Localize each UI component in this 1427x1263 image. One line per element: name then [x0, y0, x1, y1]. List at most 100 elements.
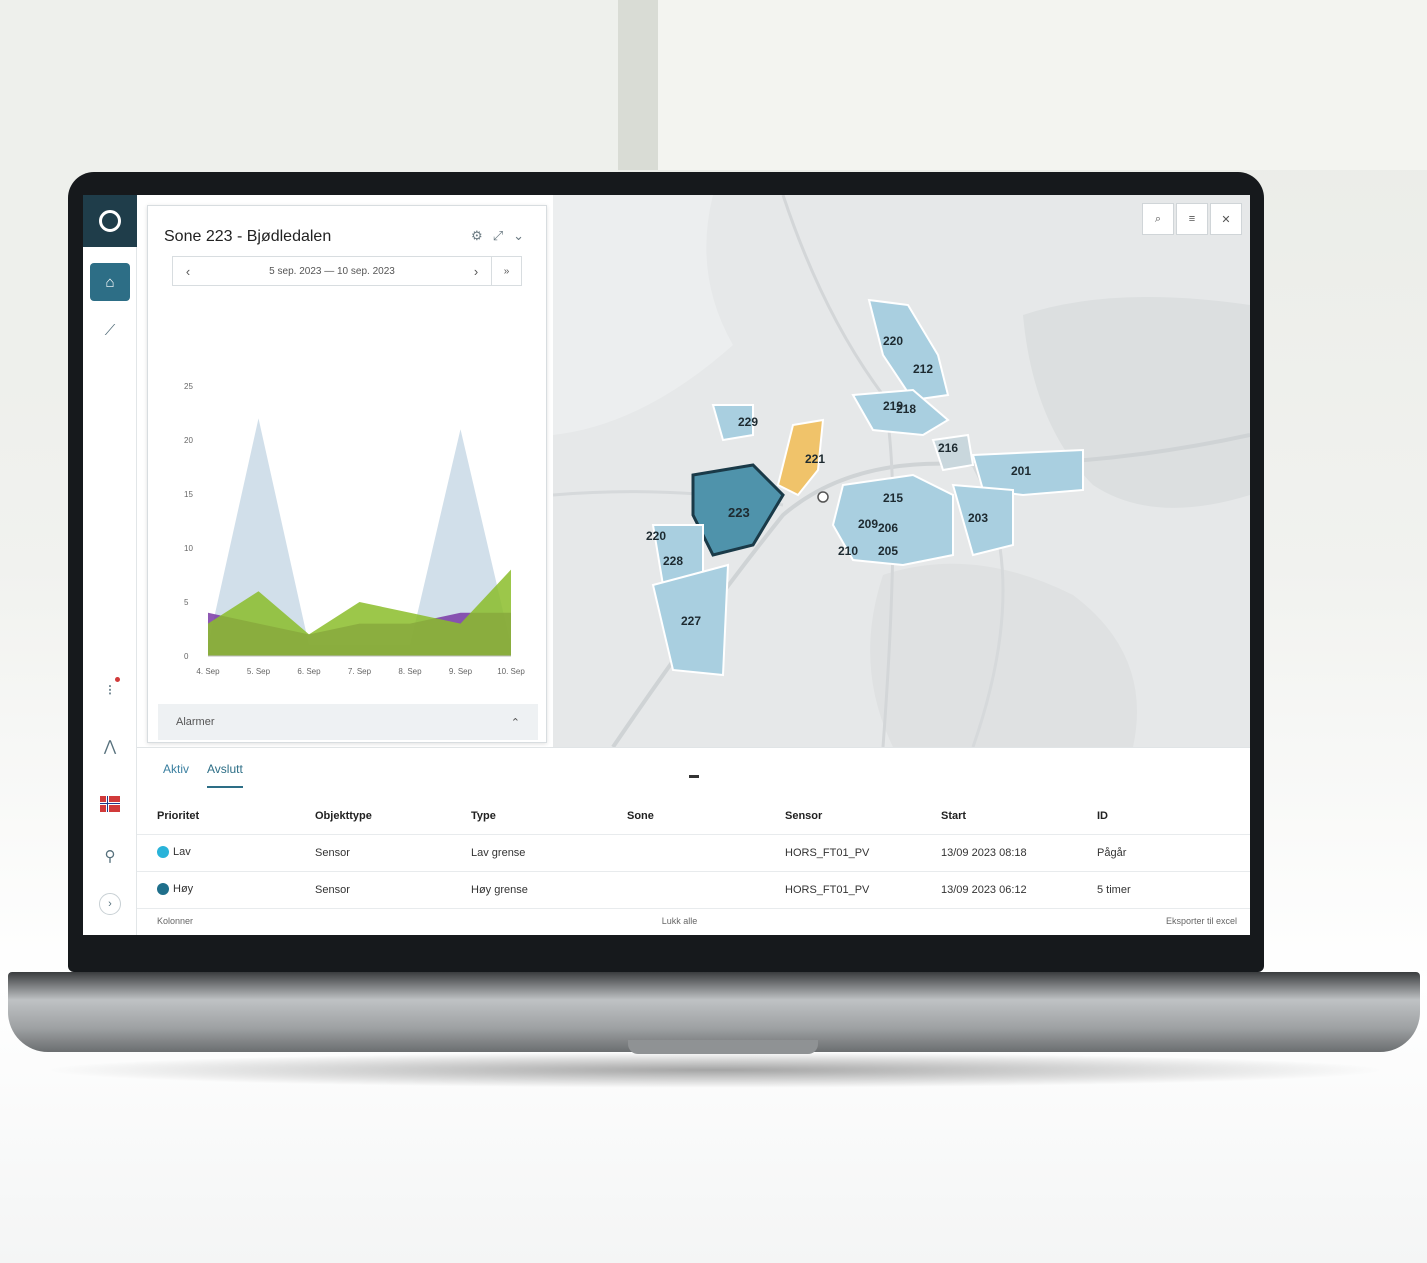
priority-dot [157, 882, 169, 895]
date-navigator: ‹ 5 sep. 2023 — 10 sep. 2023 › » [172, 256, 522, 286]
collapse-icon[interactable]: ⌄ [513, 228, 534, 243]
x-tick-label: 4. Sep [196, 667, 220, 676]
resize-handle-icon[interactable]: ▬ [689, 770, 699, 781]
svg-text:229: 229 [738, 415, 758, 429]
search-icon[interactable]: ⌕ [1142, 203, 1174, 235]
svg-text:220: 220 [883, 334, 903, 348]
object-type-cell: Sensor [315, 884, 350, 896]
alarm-list: Aktiv Avslutt ▬ Prioritet Objekttype Typ… [137, 747, 1250, 935]
settings-icon[interactable]: ⚙ [471, 228, 493, 243]
chart-icon[interactable]: ⟋ [90, 311, 130, 349]
column-object-type[interactable]: Objekttype [295, 810, 451, 822]
columns-button[interactable]: Kolonner [157, 916, 193, 926]
svg-text:227: 227 [681, 614, 701, 628]
close-icon[interactable]: ✕ [1210, 203, 1242, 235]
expand-icon[interactable]: ⤢ [493, 228, 513, 243]
svg-text:215: 215 [883, 491, 903, 505]
type-cell: Høy grense [471, 884, 528, 896]
sensor-cell: HORS_FT01_PV [785, 884, 870, 896]
priority-cell: Lav [137, 845, 295, 861]
laptop-notch [628, 1040, 818, 1054]
svg-text:223: 223 [728, 505, 750, 520]
svg-text:220: 220 [646, 529, 666, 543]
close-all-button[interactable]: Lukk alle [662, 916, 698, 926]
column-priority[interactable]: Prioritet [137, 810, 295, 822]
map-toolbar: ⌕ ≡ ✕ [1142, 203, 1242, 235]
alarm-table: Prioritet Objekttype Type Sone Sensor St… [137, 798, 1250, 909]
start-cell: 13/09 2023 08:18 [941, 847, 1027, 859]
id-cell: Pågår [1097, 847, 1127, 859]
panel-toolbar: ⚙⤢⌄ [471, 228, 534, 244]
table-footer: Kolonner Lukk alle Eksporter til excel [157, 916, 1237, 926]
tab-closed[interactable]: Avslutt [207, 762, 243, 788]
svg-text:212: 212 [913, 362, 933, 376]
map-view[interactable]: 223 227 220 228 229 221 201 203 215 209 … [553, 195, 1250, 747]
window-pane-right [658, 0, 1427, 170]
table-row[interactable]: Høy Sensor Høy grense HORS_FT01_PV 13/09… [137, 872, 1250, 909]
column-type[interactable]: Type [451, 810, 607, 822]
x-tick-label: 5. Sep [247, 667, 271, 676]
start-cell: 13/09 2023 06:12 [941, 884, 1027, 896]
table-header: Prioritet Objekttype Type Sone Sensor St… [137, 798, 1250, 835]
date-range: 5 sep. 2023 — 10 sep. 2023 [269, 265, 395, 277]
last-period-icon[interactable]: » [491, 257, 521, 285]
home-icon[interactable]: ⌂ [90, 263, 130, 301]
laptop-shadow [40, 1052, 1390, 1088]
x-tick-label: 9. Sep [449, 667, 473, 676]
app-logo-icon[interactable] [83, 195, 137, 247]
svg-text:228: 228 [663, 554, 683, 568]
chevron-right-icon[interactable]: › [90, 885, 130, 923]
layers-icon[interactable]: ≡ [1176, 203, 1208, 235]
flow-chart: 0 5 10 15 20 25 4. Sep 5. Sep 6. Sep 7. Sep 8. Sep… [166, 356, 536, 686]
zone-detail-panel: Sone 223 - Bjødledalen ⚙⤢⌄ ‹ 5 sep. 2023… [147, 205, 547, 743]
svg-text:216: 216 [938, 441, 958, 455]
column-zone[interactable]: Sone [607, 810, 765, 822]
priority-cell: Høy [137, 882, 295, 898]
svg-text:203: 203 [968, 511, 988, 525]
priority-dot [157, 845, 169, 858]
app-sidebar: ⌂ ⟋ ⁝ ⋀ ⚲ › [83, 195, 137, 935]
sensor-cell: HORS_FT01_PV [785, 847, 870, 859]
flag-icon[interactable] [90, 785, 130, 823]
alarm-section-header[interactable]: Alarmer ⌃ [158, 704, 538, 740]
column-start[interactable]: Start [921, 810, 1077, 822]
y-tick-label: 10 [184, 544, 193, 553]
alarm-tabs: Aktiv Avslutt [163, 762, 243, 788]
tab-active[interactable]: Aktiv [163, 762, 189, 788]
x-tick-label: 10. Sep [497, 667, 525, 676]
y-tick-label: 25 [184, 382, 193, 391]
flow-chart-svg: 0 5 10 15 20 25 4. Sep 5. Sep 6. Sep 7. Sep 8. Sep… [184, 382, 525, 676]
type-cell: Lav grense [471, 847, 526, 859]
alarm-icon[interactable]: ⁝ [90, 671, 130, 709]
app-screen: ⌂ ⟋ ⁝ ⋀ ⚲ › Sone 223 - Bjødledalen ⚙⤢⌄ ‹… [83, 195, 1250, 935]
map-svg: 223 227 220 228 229 221 201 203 215 209 … [553, 195, 1250, 747]
object-type-cell: Sensor [315, 847, 350, 859]
svg-text:206: 206 [878, 521, 898, 535]
column-sensor[interactable]: Sensor [765, 810, 921, 822]
x-tick-label: 6. Sep [297, 667, 321, 676]
window-frame-left [618, 0, 658, 170]
y-tick-label: 0 [184, 652, 189, 661]
tree-icon[interactable]: ⋀ [90, 727, 130, 765]
user-icon[interactable]: ⚲ [90, 837, 130, 875]
id-cell: 5 timer [1097, 884, 1131, 896]
panel-title: Sone 223 - Bjødledalen [164, 228, 332, 245]
chevron-up-icon: ⌃ [510, 716, 520, 729]
table-row[interactable]: Lav Sensor Lav grense HORS_FT01_PV 13/09… [137, 835, 1250, 872]
svg-text:221: 221 [805, 452, 825, 466]
svg-text:201: 201 [1011, 464, 1031, 478]
x-tick-label: 7. Sep [348, 667, 372, 676]
column-id[interactable]: ID [1077, 810, 1250, 822]
y-tick-label: 20 [184, 436, 193, 445]
priority-label: Lav [173, 845, 191, 858]
previous-icon[interactable]: ‹ [173, 264, 203, 279]
svg-text:205: 205 [878, 544, 898, 558]
x-tick-label: 8. Sep [398, 667, 422, 676]
flag-graphic [100, 796, 120, 812]
svg-text:210: 210 [838, 544, 858, 558]
y-tick-label: 15 [184, 490, 193, 499]
y-tick-label: 5 [184, 598, 189, 607]
alarm-section-label: Alarmer [176, 716, 215, 728]
export-excel-button[interactable]: Eksporter til excel [1166, 916, 1237, 926]
next-icon[interactable]: › [461, 264, 491, 279]
